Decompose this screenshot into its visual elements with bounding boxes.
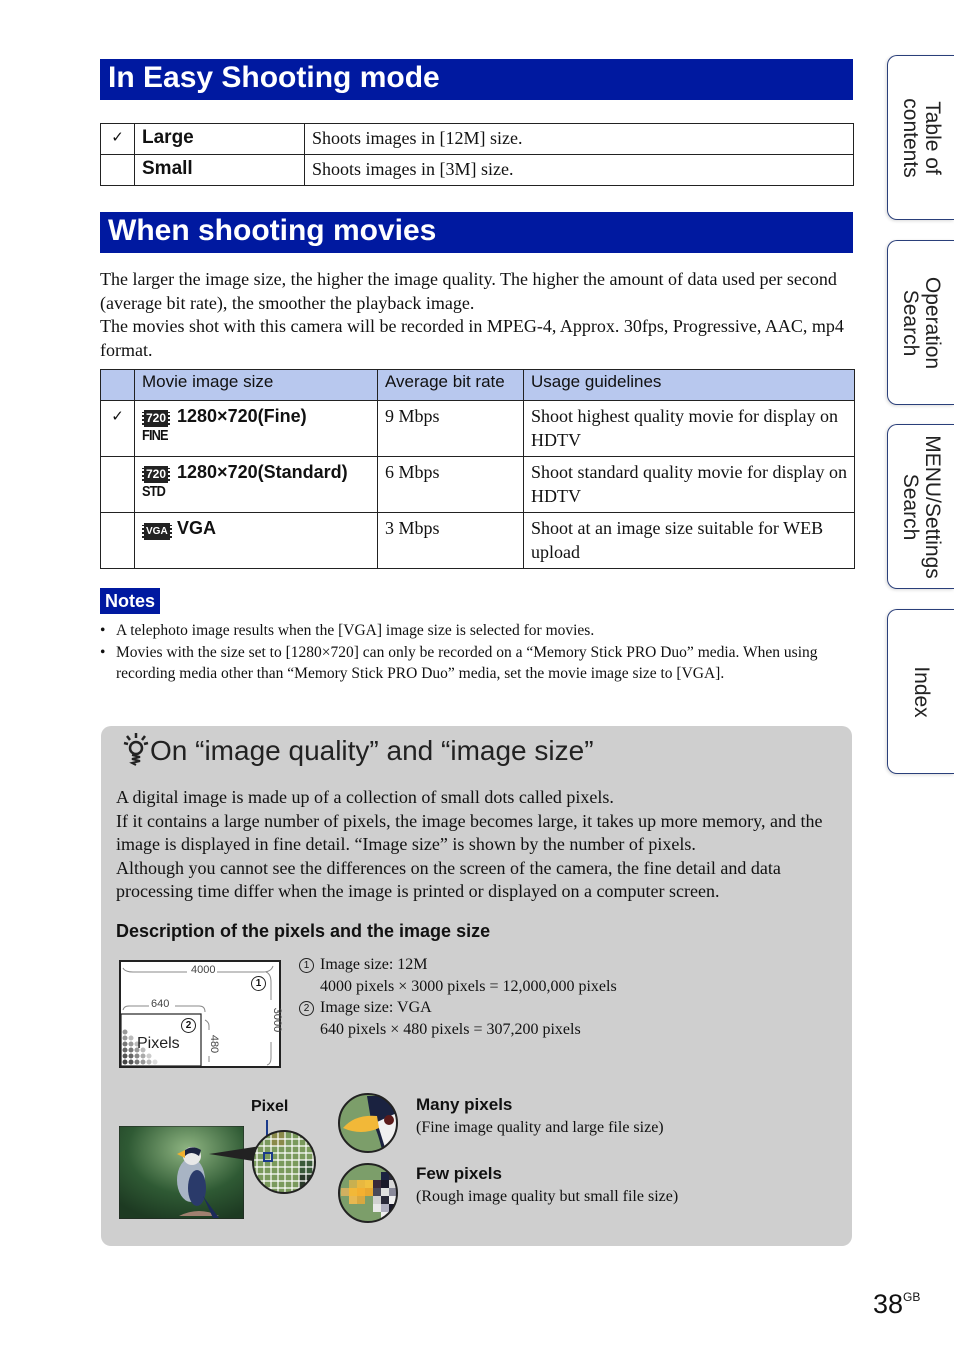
option-description: Shoots images in [12M] size.: [304, 123, 854, 155]
column-header: Usage guidelines: [523, 369, 855, 401]
movies-intro: The larger the image size, the higher th…: [100, 268, 860, 362]
page-number: 38GB: [873, 1289, 921, 1319]
note-item: A telephoto image results when the [VGA]…: [100, 620, 860, 642]
tip-subheading: Description of the pixels and the image …: [116, 921, 491, 941]
tab-menu-settings-search[interactable]: MENU/Settings Search: [887, 424, 954, 589]
table-header-row: Movie image size Average bit rate Usage …: [100, 369, 855, 401]
movie-size-label: VGA: [177, 518, 217, 538]
table-row: ✓ Large Shoots images in [12M] size.: [100, 123, 854, 155]
option-label: Small: [134, 154, 305, 186]
usage-guideline: Shoot standard quality movie for display…: [523, 456, 855, 513]
section-heading-movies: When shooting movies: [100, 212, 853, 253]
movie-size-table: Movie image size Average bit rate Usage …: [100, 369, 855, 569]
image-size-diagram: 4000 640 3000 480 1 2 Pixels: [119, 960, 284, 1068]
marker-2: 2: [181, 1018, 196, 1033]
intro-paragraph: The movies shot with this camera will be…: [100, 316, 844, 360]
column-header: Movie image size: [134, 369, 378, 401]
dim-height-small: 480: [208, 1034, 221, 1054]
usage-guideline: Shoot at an image size suitable for WEB …: [523, 512, 855, 569]
few-pixels-closeup: [338, 1163, 398, 1223]
bit-rate: 3 Mbps: [377, 512, 524, 569]
bit-rate: 9 Mbps: [377, 400, 524, 457]
notes-badge: Notes: [100, 588, 161, 614]
note-item: Movies with the size set to [1280×720] c…: [100, 642, 860, 685]
movie-720-fine-icon: 720 FINE: [142, 404, 172, 444]
marker-1: 1: [251, 976, 266, 991]
section-heading-easy-shooting: In Easy Shooting mode: [100, 59, 853, 100]
default-check-icon: ✓: [100, 400, 135, 457]
dim-height-large: 3000: [271, 1007, 284, 1033]
intro-paragraph: The larger the image size, the higher th…: [100, 269, 837, 313]
column-header: Average bit rate: [377, 369, 524, 401]
many-pixels-closeup: [338, 1093, 398, 1153]
tip-box: On “image quality” and “image size” A di…: [101, 726, 852, 1246]
tip-body: A digital image is made up of a collecti…: [116, 787, 823, 901]
table-row: 720 STD 1280×720(Standard) 6 Mbps Shoot …: [100, 456, 855, 513]
few-pixels-caption: Few pixels (Rough image quality but smal…: [416, 1164, 679, 1205]
movie-size-label: 1280×720(Fine): [177, 406, 307, 426]
pixel-grid-magnified: [252, 1120, 316, 1194]
pixels-label: Pixels: [137, 1035, 180, 1052]
pixel-label: Pixel: [251, 1098, 289, 1115]
option-description: Shoots images in [3M] size.: [304, 154, 854, 186]
default-check-icon: ✓: [100, 123, 135, 155]
many-pixels-caption: Many pixels (Fine image quality and larg…: [416, 1095, 664, 1136]
easy-shooting-table: ✓ Large Shoots images in [12M] size. Sma…: [100, 123, 854, 186]
image-size-descriptions: 1 Image size: 12M 4000 pixels × 3000 pixe…: [299, 954, 617, 1040]
dim-width-large: 4000: [191, 964, 216, 976]
tip-title: On “image quality” and “image size”: [123, 732, 594, 767]
table-row: VGA VGA 3 Mbps Shoot at an image size su…: [100, 512, 855, 569]
description-item: 2 Image size: VGA: [299, 997, 617, 1019]
option-label: Large: [134, 123, 305, 155]
movie-720-std-icon: 720 STD: [142, 460, 172, 500]
table-row: ✓ 720 FINE 1280×720(Fine) 9 Mbps Shoot h…: [100, 400, 855, 457]
lightbulb-hint-icon: [123, 733, 149, 766]
table-row: Small Shoots images in [3M] size.: [100, 154, 854, 186]
usage-guideline: Shoot highest quality movie for display …: [523, 400, 855, 457]
dim-width-small: 640: [151, 998, 170, 1010]
bit-rate: 6 Mbps: [377, 456, 524, 513]
movie-vga-icon: VGA: [142, 516, 172, 540]
description-item: 1 Image size: 12M: [299, 954, 617, 976]
tab-index[interactable]: Index: [887, 609, 954, 774]
tab-table-of-contents[interactable]: Table of contents: [887, 55, 954, 220]
tab-operation-search[interactable]: Operation Search: [887, 240, 954, 405]
notes-list: A telephoto image results when the [VGA]…: [100, 620, 860, 685]
movie-size-label: 1280×720(Standard): [177, 462, 348, 482]
